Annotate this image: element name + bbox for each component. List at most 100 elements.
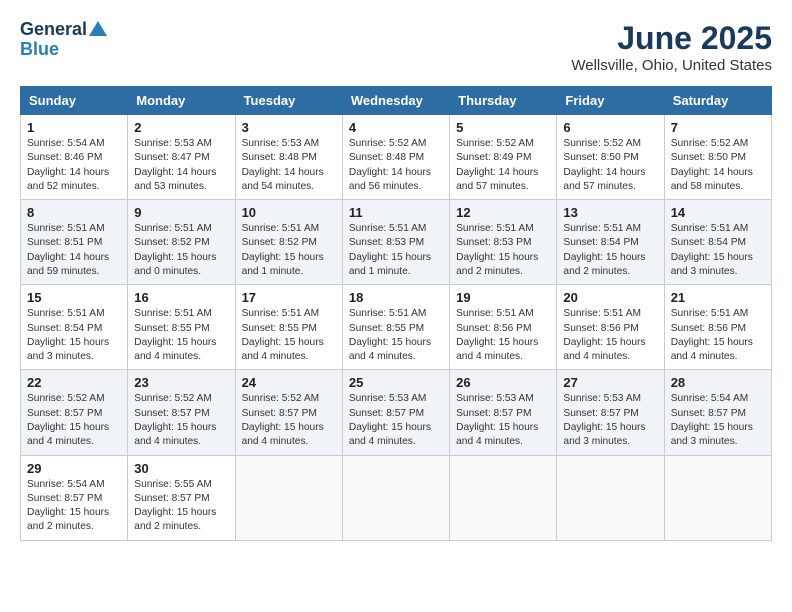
day-info: Sunrise: 5:51 AM Sunset: 8:56 PM Dayligh… [456,307,550,364]
day-info: Sunrise: 5:52 AM Sunset: 8:50 PM Dayligh… [563,137,657,194]
calendar-day-cell: 16 Sunrise: 5:51 AM Sunset: 8:55 PM Dayli… [128,285,235,370]
day-info: Sunrise: 5:53 AM Sunset: 8:57 PM Dayligh… [563,392,657,449]
day-number: 8 [27,205,121,220]
day-info: Sunrise: 5:53 AM Sunset: 8:47 PM Dayligh… [134,137,228,194]
calendar-day-cell: 3 Sunrise: 5:53 AM Sunset: 8:48 PM Daylig… [235,115,342,200]
calendar-day-cell [342,455,449,540]
day-info: Sunrise: 5:51 AM Sunset: 8:56 PM Dayligh… [671,307,765,364]
day-number: 22 [27,375,121,390]
day-number: 10 [242,205,336,220]
day-number: 30 [134,461,228,476]
day-info: Sunrise: 5:54 AM Sunset: 8:57 PM Dayligh… [27,478,121,535]
logo-blue: Blue [20,40,59,60]
day-number: 18 [349,290,443,305]
weekday-header-monday: Monday [128,87,235,115]
day-info: Sunrise: 5:52 AM Sunset: 8:50 PM Dayligh… [671,137,765,194]
day-number: 24 [242,375,336,390]
day-number: 16 [134,290,228,305]
calendar-day-cell: 29 Sunrise: 5:54 AM Sunset: 8:57 PM Dayli… [21,455,128,540]
calendar-day-cell: 21 Sunrise: 5:51 AM Sunset: 8:56 PM Dayli… [664,285,771,370]
calendar-day-cell: 22 Sunrise: 5:52 AM Sunset: 8:57 PM Dayli… [21,370,128,455]
calendar-day-cell: 17Sunrise: 5:51 AM Sunset: 8:55 PM Dayli… [235,285,342,370]
day-number: 25 [349,375,443,390]
day-info: Sunrise: 5:51 AM Sunset: 8:52 PM Dayligh… [134,222,228,279]
weekday-header-saturday: Saturday [664,87,771,115]
calendar-day-cell: 15 Sunrise: 5:51 AM Sunset: 8:54 PM Dayli… [21,285,128,370]
calendar-day-cell: 27Sunrise: 5:53 AM Sunset: 8:57 PM Dayli… [557,370,664,455]
calendar-day-cell: 18 Sunrise: 5:51 AM Sunset: 8:55 PM Dayli… [342,285,449,370]
calendar-day-cell: 4 Sunrise: 5:52 AM Sunset: 8:48 PM Daylig… [342,115,449,200]
calendar-day-cell: 2Sunrise: 5:53 AM Sunset: 8:47 PM Daylig… [128,115,235,200]
day-number: 14 [671,205,765,220]
calendar-week-row: 29 Sunrise: 5:54 AM Sunset: 8:57 PM Dayli… [21,455,772,540]
day-info: Sunrise: 5:51 AM Sunset: 8:53 PM Dayligh… [349,222,443,279]
calendar-day-cell [557,455,664,540]
calendar-table: SundayMondayTuesdayWednesdayThursdayFrid… [20,86,772,541]
day-number: 19 [456,290,550,305]
day-number: 13 [563,205,657,220]
calendar-day-cell: 5 Sunrise: 5:52 AM Sunset: 8:49 PM Daylig… [450,115,557,200]
calendar-day-cell: 28 Sunrise: 5:54 AM Sunset: 8:57 PM Dayli… [664,370,771,455]
day-number: 9 [134,205,228,220]
day-number: 3 [242,120,336,135]
calendar-day-cell: 12 Sunrise: 5:51 AM Sunset: 8:53 PM Dayli… [450,200,557,285]
day-info: Sunrise: 5:51 AM Sunset: 8:55 PM Dayligh… [134,307,228,364]
day-number: 20 [563,290,657,305]
calendar-day-cell: 13 Sunrise: 5:51 AM Sunset: 8:54 PM Dayli… [557,200,664,285]
day-number: 11 [349,205,443,220]
logo: General Blue [20,20,107,60]
calendar-day-cell: 24Sunrise: 5:52 AM Sunset: 8:57 PM Dayli… [235,370,342,455]
logo-general: General [20,20,87,40]
day-number: 5 [456,120,550,135]
day-number: 29 [27,461,121,476]
title-block: June 2025 Wellsville, Ohio, United State… [571,20,772,74]
calendar-day-cell: 30Sunrise: 5:55 AM Sunset: 8:57 PM Dayli… [128,455,235,540]
day-number: 17 [242,290,336,305]
day-number: 23 [134,375,228,390]
calendar-day-cell [235,455,342,540]
calendar-day-cell [664,455,771,540]
day-number: 28 [671,375,765,390]
calendar-header-row: SundayMondayTuesdayWednesdayThursdayFrid… [21,87,772,115]
day-info: Sunrise: 5:51 AM Sunset: 8:54 PM Dayligh… [671,222,765,279]
weekday-header-tuesday: Tuesday [235,87,342,115]
day-number: 4 [349,120,443,135]
day-info: Sunrise: 5:51 AM Sunset: 8:56 PM Dayligh… [563,307,657,364]
day-number: 12 [456,205,550,220]
day-info: Sunrise: 5:51 AM Sunset: 8:53 PM Dayligh… [456,222,550,279]
calendar-day-cell: 10 Sunrise: 5:51 AM Sunset: 8:52 PM Dayli… [235,200,342,285]
day-info: Sunrise: 5:54 AM Sunset: 8:46 PM Dayligh… [27,137,121,194]
calendar-week-row: 8 Sunrise: 5:51 AM Sunset: 8:51 PM Daylig… [21,200,772,285]
day-number: 15 [27,290,121,305]
calendar-day-cell: 11 Sunrise: 5:51 AM Sunset: 8:53 PM Dayli… [342,200,449,285]
month-title: June 2025 [571,20,772,57]
day-info: Sunrise: 5:52 AM Sunset: 8:57 PM Dayligh… [134,392,228,449]
calendar-week-row: 15 Sunrise: 5:51 AM Sunset: 8:54 PM Dayli… [21,285,772,370]
day-info: Sunrise: 5:54 AM Sunset: 8:57 PM Dayligh… [671,392,765,449]
day-info: Sunrise: 5:51 AM Sunset: 8:55 PM Dayligh… [349,307,443,364]
day-number: 21 [671,290,765,305]
calendar-day-cell: 19 Sunrise: 5:51 AM Sunset: 8:56 PM Dayli… [450,285,557,370]
calendar-day-cell: 6Sunrise: 5:52 AM Sunset: 8:50 PM Daylig… [557,115,664,200]
calendar-day-cell: 23 Sunrise: 5:52 AM Sunset: 8:57 PM Dayli… [128,370,235,455]
day-number: 7 [671,120,765,135]
day-info: Sunrise: 5:51 AM Sunset: 8:54 PM Dayligh… [27,307,121,364]
weekday-header-wednesday: Wednesday [342,87,449,115]
day-info: Sunrise: 5:52 AM Sunset: 8:48 PM Dayligh… [349,137,443,194]
weekday-header-thursday: Thursday [450,87,557,115]
calendar-day-cell: 26Sunrise: 5:53 AM Sunset: 8:57 PM Dayli… [450,370,557,455]
calendar-day-cell: 20 Sunrise: 5:51 AM Sunset: 8:56 PM Dayli… [557,285,664,370]
day-number: 1 [27,120,121,135]
day-info: Sunrise: 5:51 AM Sunset: 8:52 PM Dayligh… [242,222,336,279]
day-info: Sunrise: 5:51 AM Sunset: 8:54 PM Dayligh… [563,222,657,279]
calendar-day-cell [450,455,557,540]
day-info: Sunrise: 5:53 AM Sunset: 8:48 PM Dayligh… [242,137,336,194]
day-info: Sunrise: 5:52 AM Sunset: 8:57 PM Dayligh… [27,392,121,449]
day-info: Sunrise: 5:51 AM Sunset: 8:51 PM Dayligh… [27,222,121,279]
day-number: 26 [456,375,550,390]
calendar-day-cell: 25Sunrise: 5:53 AM Sunset: 8:57 PM Dayli… [342,370,449,455]
weekday-header-friday: Friday [557,87,664,115]
day-info: Sunrise: 5:52 AM Sunset: 8:49 PM Dayligh… [456,137,550,194]
calendar-day-cell: 9 Sunrise: 5:51 AM Sunset: 8:52 PM Daylig… [128,200,235,285]
calendar-day-cell: 8 Sunrise: 5:51 AM Sunset: 8:51 PM Daylig… [21,200,128,285]
